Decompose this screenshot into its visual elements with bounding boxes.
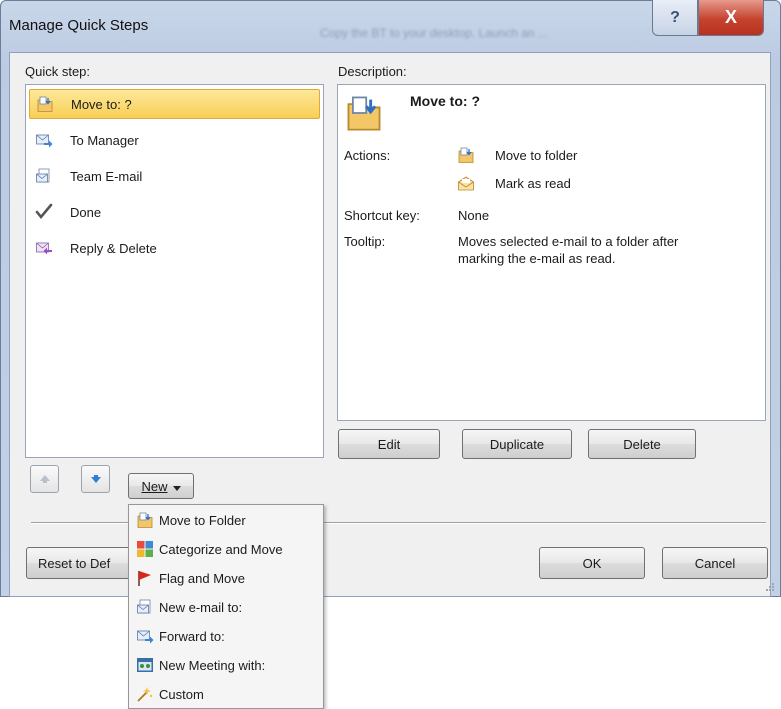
tooltip-text-line2: marking the e-mail as read. — [458, 251, 616, 266]
menu-item-custom[interactable]: Custom — [131, 680, 321, 708]
quick-step-item-label: Done — [70, 204, 102, 220]
menu-item-new-email-to[interactable]: New e-mail to: — [131, 593, 321, 621]
window-title: Manage Quick Steps — [9, 17, 149, 34]
menu-item-flag-and-move[interactable]: Flag and Move — [131, 564, 321, 592]
description-label: Description: — [338, 64, 407, 79]
menu-item-new-meeting-with[interactable]: New Meeting with: — [131, 651, 321, 679]
quick-step-label: Quick step: — [25, 64, 91, 79]
dropdown-arrow-icon — [172, 479, 181, 494]
close-button[interactable]: X — [698, 0, 764, 36]
close-icon: X — [724, 7, 737, 27]
new-mail-icon — [136, 598, 154, 616]
delete-button[interactable]: Delete — [588, 429, 696, 459]
new-dropdown-menu: Move to Folder Categorize and Move Flag … — [128, 504, 324, 709]
action-mark-as-read: Mark as read — [495, 176, 571, 191]
tooltip-text-line1: Moves selected e-mail to a folder after — [458, 234, 679, 249]
edit-button[interactable]: Edit — [338, 429, 440, 459]
tooltip-label: Tooltip: — [344, 234, 386, 249]
meeting-icon — [136, 656, 154, 674]
shortcut-key-label: Shortcut key: — [344, 208, 420, 223]
cancel-button[interactable]: Cancel — [662, 547, 768, 579]
move-folder-icon — [136, 511, 154, 529]
quick-step-item-label: Reply & Delete — [70, 240, 157, 256]
resize-grip[interactable] — [765, 580, 775, 591]
menu-item-label: Flag and Move — [159, 570, 245, 586]
new-mail-icon — [35, 167, 53, 185]
open-envelope-icon — [457, 174, 475, 195]
menu-item-label: Categorize and Move — [159, 541, 283, 557]
description-panel: Move to: ? Actions: Move to folder Mark … — [337, 84, 766, 421]
forward-mail-icon — [35, 131, 53, 149]
action-move-to-folder: Move to folder — [495, 148, 578, 163]
new-button-label: New — [141, 478, 168, 494]
categorize-icon — [136, 540, 154, 558]
quick-step-item-move-to[interactable]: Move to: ? — [29, 89, 320, 119]
ok-button[interactable]: OK — [539, 547, 645, 579]
new-dropdown-button[interactable]: New — [128, 473, 194, 499]
custom-icon — [136, 685, 154, 703]
help-button[interactable]: ? — [652, 0, 698, 36]
quick-step-item-label: Move to: ? — [71, 96, 132, 112]
move-folder-icon — [457, 146, 475, 167]
quick-step-item-reply-delete[interactable]: Reply & Delete — [29, 233, 320, 263]
quick-step-list[interactable]: Move to: ? To Manager Team E-mail Done R… — [25, 84, 324, 458]
move-folder-icon — [36, 95, 54, 113]
reset-to-defaults-button[interactable]: Reset to Def — [26, 547, 136, 579]
help-icon: ? — [670, 8, 680, 26]
shortcut-key-value: None — [458, 208, 490, 223]
quick-step-item-team-email[interactable]: Team E-mail — [29, 161, 320, 191]
move-up-button[interactable] — [30, 465, 59, 493]
reply-delete-icon — [35, 239, 53, 257]
quick-step-item-label: Team E-mail — [70, 168, 143, 184]
arrow-down-icon — [90, 472, 102, 487]
checkmark-icon — [35, 203, 53, 221]
forward-mail-icon — [136, 627, 154, 645]
duplicate-button[interactable]: Duplicate — [462, 429, 572, 459]
flag-icon — [136, 569, 154, 587]
move-down-button[interactable] — [81, 465, 110, 493]
arrow-up-icon — [39, 472, 51, 487]
description-title: Move to: ? — [410, 93, 480, 109]
menu-item-label: New Meeting with: — [159, 657, 266, 673]
menu-item-label: Move to Folder — [159, 512, 246, 528]
menu-item-categorize-and-move[interactable]: Categorize and Move — [131, 535, 321, 563]
quick-step-item-done[interactable]: Done — [29, 197, 320, 227]
menu-item-label: Forward to: — [159, 628, 225, 644]
menu-item-forward-to[interactable]: Forward to: — [131, 622, 321, 650]
actions-label: Actions: — [344, 148, 391, 163]
menu-item-move-to-folder[interactable]: Move to Folder — [131, 506, 321, 534]
quick-step-item-label: To Manager — [70, 132, 139, 148]
move-folder-large-icon — [344, 93, 384, 133]
background-window-title: Copy the BT to your desktop. Launch an .… — [320, 26, 548, 40]
quick-step-item-to-manager[interactable]: To Manager — [29, 125, 320, 155]
menu-item-label: Custom — [159, 686, 204, 702]
menu-item-label: New e-mail to: — [159, 599, 243, 615]
